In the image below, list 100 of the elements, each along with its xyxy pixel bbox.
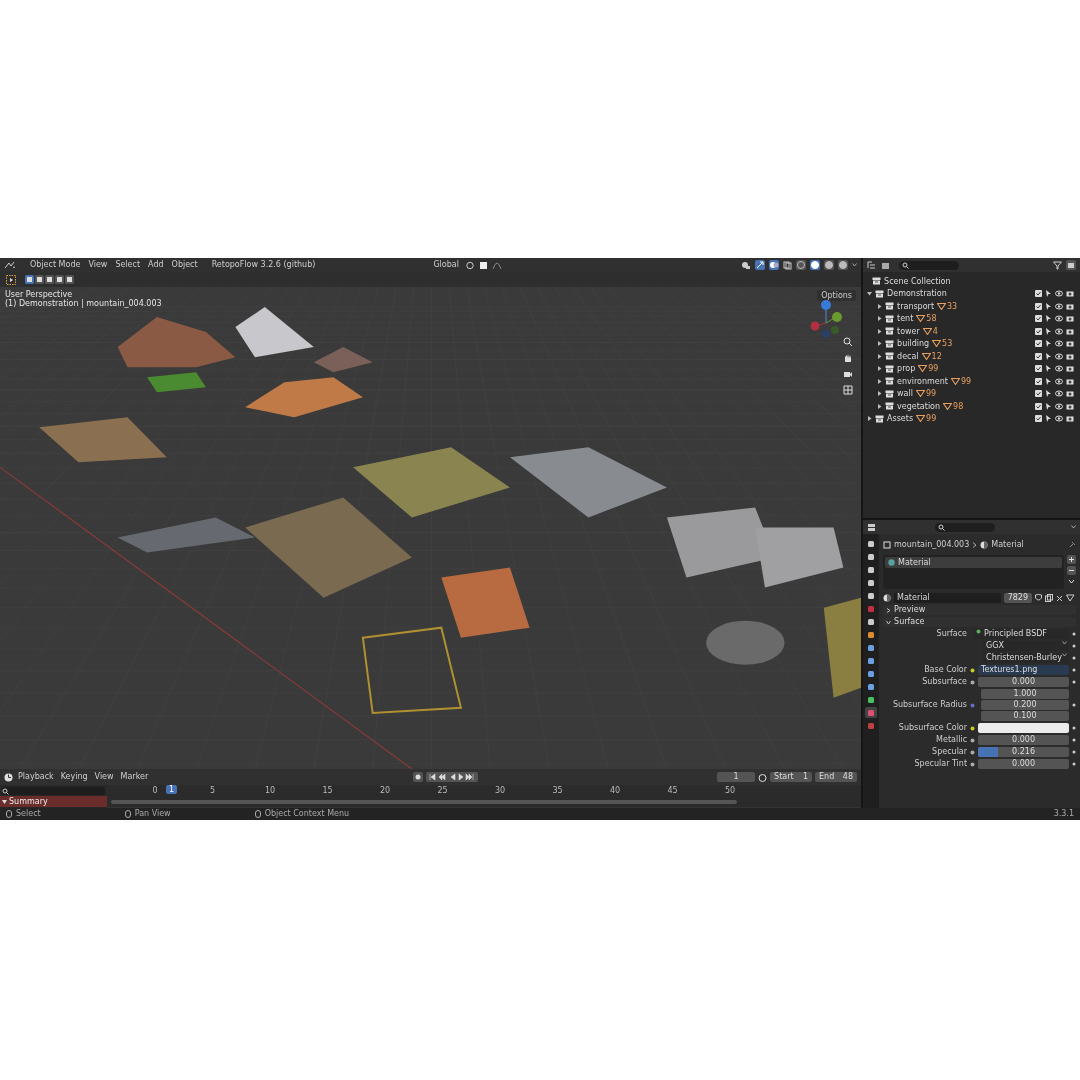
shading-mode-icon[interactable]: [838, 260, 849, 270]
checkbox-icon[interactable]: [1035, 352, 1042, 360]
eye-icon[interactable]: [1055, 402, 1063, 410]
method-dropdown[interactable]: GGX: [983, 641, 1069, 651]
selection-mode-icon[interactable]: [25, 275, 34, 284]
playback-controls-icon[interactable]: [426, 772, 479, 782]
outliner-editor-icon[interactable]: [867, 260, 878, 270]
keyframe-dot-icon[interactable]: [1072, 668, 1076, 672]
tree-row[interactable]: decal 12: [867, 350, 1080, 363]
checkbox-icon[interactable]: [1035, 402, 1042, 410]
record-icon[interactable]: [413, 772, 424, 782]
xray-icon[interactable]: [783, 260, 793, 270]
color-swatch[interactable]: [978, 723, 1069, 733]
add-icon[interactable]: [1067, 555, 1076, 564]
expand-triangle-icon[interactable]: [877, 378, 883, 384]
material-browse-icon[interactable]: [883, 594, 892, 602]
eye-icon[interactable]: [1055, 352, 1063, 360]
tree-row[interactable]: tower 4: [867, 325, 1080, 338]
tree-row[interactable]: wall 99: [867, 387, 1080, 400]
shader-dropdown[interactable]: Principled BSDF: [973, 629, 1069, 639]
eye-icon[interactable]: [1055, 390, 1063, 398]
eye-icon[interactable]: [1055, 377, 1063, 385]
number-field[interactable]: 0.000: [978, 759, 1069, 769]
keyframe-dot-icon[interactable]: [1072, 644, 1076, 648]
pivot-icon[interactable]: [464, 260, 475, 270]
selection-mode-icon[interactable]: [35, 275, 44, 284]
expand-triangle-icon[interactable]: [877, 353, 883, 359]
zoom-icon[interactable]: [843, 337, 854, 347]
menu-item[interactable]: View: [86, 260, 110, 270]
camera-icon[interactable]: [1066, 327, 1074, 335]
start-frame-field[interactable]: Start 1: [770, 772, 813, 782]
overlay-toggle-icon[interactable]: [769, 260, 780, 270]
camera-icon[interactable]: [1066, 315, 1074, 323]
slider-field[interactable]: 0.216: [978, 747, 1069, 757]
editor-type-icon[interactable]: [4, 260, 16, 270]
keyframe-dot-icon[interactable]: [1072, 632, 1076, 636]
expand-triangle-icon[interactable]: [877, 391, 883, 397]
expand-triangle-icon[interactable]: [867, 416, 873, 422]
checkbox-icon[interactable]: [1035, 377, 1042, 385]
search-field[interactable]: [899, 260, 960, 270]
checkbox-icon[interactable]: [1035, 290, 1042, 298]
eye-icon[interactable]: [1055, 290, 1063, 298]
shield-icon[interactable]: [1035, 594, 1042, 602]
texture-field[interactable]: Textures1.png: [978, 665, 1069, 675]
camera-icon[interactable]: [1066, 340, 1074, 348]
end-frame-field[interactable]: End 48: [815, 772, 858, 782]
keyframe-dot-icon[interactable]: [1072, 762, 1076, 766]
snap-icon[interactable]: [478, 260, 488, 270]
gizmo-toggle-icon[interactable]: [755, 260, 766, 270]
menu-item[interactable]: Select: [113, 260, 143, 270]
menu-item[interactable]: Playback: [16, 772, 56, 782]
menu-item[interactable]: Marker: [118, 772, 151, 782]
axis-gizmo-drawing[interactable]: [809, 299, 844, 339]
eye-icon[interactable]: [1055, 302, 1063, 310]
selection-mode-icon[interactable]: [45, 275, 54, 284]
new-collection-icon[interactable]: [1066, 260, 1076, 270]
grid-icon[interactable]: [843, 385, 854, 395]
expand-triangle-icon[interactable]: [877, 403, 883, 409]
stopwatch-icon[interactable]: [758, 772, 768, 782]
number-field[interactable]: 0.200: [981, 700, 1069, 710]
expand-triangle-icon[interactable]: [877, 341, 883, 347]
menu-item[interactable]: View: [92, 772, 116, 782]
number-field[interactable]: 0.000: [978, 677, 1069, 687]
scrollbar[interactable]: [111, 800, 738, 804]
checkbox-icon[interactable]: [1035, 302, 1042, 310]
eye-icon[interactable]: [1055, 340, 1063, 348]
select-tool-icon[interactable]: [6, 274, 16, 285]
menu-item[interactable]: Object: [169, 260, 200, 270]
tree-row[interactable]: Assets 99: [867, 412, 1080, 425]
selection-mode-icon[interactable]: [55, 275, 64, 284]
expand-triangle-icon[interactable]: [877, 328, 883, 334]
clock-icon[interactable]: [4, 772, 13, 782]
menu-item[interactable]: Keying: [58, 772, 90, 782]
playhead[interactable]: 1: [166, 785, 178, 795]
eye-icon[interactable]: [1055, 365, 1063, 373]
tree-row[interactable]: transport 33: [867, 300, 1080, 313]
options-dropdown[interactable]: Options: [817, 290, 857, 302]
channel-search-field[interactable]: [2, 787, 105, 795]
menu-item[interactable]: Add: [146, 260, 166, 270]
selection-mode-icon[interactable]: [65, 275, 74, 284]
keyframe-dot-icon[interactable]: [1072, 680, 1076, 684]
material-name-field[interactable]: Material: [894, 593, 1001, 603]
current-frame-field[interactable]: 1: [717, 772, 756, 782]
keyframe-dot-icon[interactable]: [1072, 738, 1076, 742]
checkbox-icon[interactable]: [1035, 315, 1042, 323]
tree-row[interactable]: environment 99: [867, 375, 1080, 388]
material-filter-icon[interactable]: [1066, 594, 1076, 602]
shading-mode-icon[interactable]: [796, 260, 807, 270]
number-field[interactable]: 0.000: [978, 735, 1069, 745]
tree-row[interactable]: tent 58: [867, 312, 1080, 325]
checkbox-icon[interactable]: [1035, 327, 1042, 335]
checkbox-icon[interactable]: [1035, 390, 1042, 398]
user-count[interactable]: 7829: [1003, 593, 1032, 603]
shading-mode-icon[interactable]: [824, 260, 835, 270]
caret-icon[interactable]: [1067, 577, 1076, 586]
camera-icon[interactable]: [1066, 390, 1074, 398]
search-field[interactable]: [935, 522, 996, 532]
pin-icon[interactable]: [1068, 541, 1076, 549]
expand-triangle-icon[interactable]: [877, 316, 883, 322]
camera-icon[interactable]: [1066, 402, 1074, 410]
